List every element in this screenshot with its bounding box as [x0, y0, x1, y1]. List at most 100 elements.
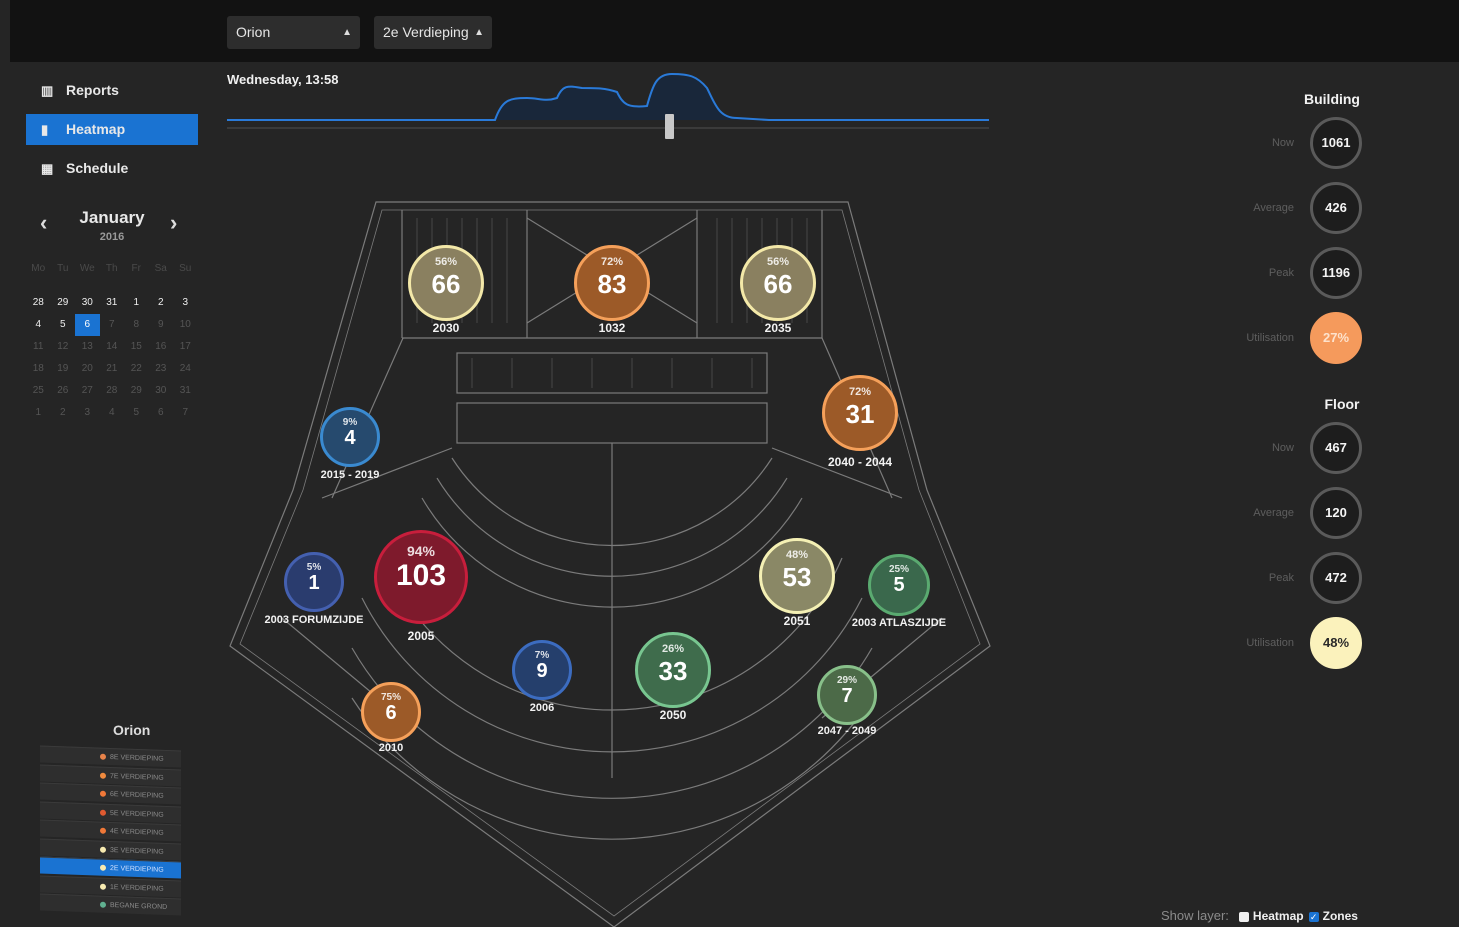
- zones-layer-checkbox[interactable]: ✓: [1308, 911, 1319, 922]
- zone-marker[interactable]: 72% 31: [822, 375, 898, 451]
- timeline-slider-handle: [665, 114, 674, 139]
- zone-marker[interactable]: 75% 6: [361, 682, 421, 742]
- stat-value: 120: [1310, 487, 1362, 539]
- calendar-day[interactable]: 18: [26, 358, 51, 380]
- zone-marker[interactable]: 29% 7: [817, 665, 877, 725]
- calendar-day[interactable]: 2: [149, 292, 174, 314]
- calendar-day[interactable]: 26: [51, 380, 76, 402]
- calendar-day[interactable]: 15: [124, 336, 149, 358]
- calendar-day[interactable]: 3: [173, 292, 198, 314]
- calendar-day[interactable]: 5: [51, 314, 76, 336]
- zone-marker[interactable]: 48% 53: [759, 538, 835, 614]
- calendar-day[interactable]: 12: [51, 336, 76, 358]
- floor-select[interactable]: 2e Verdieping ▲: [374, 16, 492, 49]
- calendar-day[interactable]: 7: [100, 314, 125, 336]
- calendar-day[interactable]: 31: [173, 380, 198, 402]
- calendar-day[interactable]: 6: [149, 402, 174, 424]
- stat-value: 48%: [1310, 617, 1362, 669]
- calendar-day[interactable]: 28: [26, 292, 51, 314]
- calendar-day[interactable]: 6: [75, 314, 100, 336]
- next-month-button[interactable]: ›: [170, 210, 177, 236]
- zone-marker[interactable]: 56% 66: [408, 245, 484, 321]
- calendar-day[interactable]: 5: [124, 402, 149, 424]
- calendar-day[interactable]: 25: [26, 380, 51, 402]
- zone-name: 2050: [659, 708, 687, 722]
- stat-label: Now: [1271, 442, 1294, 454]
- zones-layer-label: Zones: [1322, 909, 1358, 923]
- calendar-day[interactable]: 11: [26, 336, 51, 358]
- calendar-day[interactable]: 30: [149, 380, 174, 402]
- building-select[interactable]: Orion ▲: [227, 16, 360, 49]
- zone-count: 1: [308, 572, 320, 594]
- calendar-day[interactable]: 16: [149, 336, 174, 358]
- calendar-day[interactable]: 14: [100, 336, 125, 358]
- calendar-day[interactable]: 31: [100, 292, 125, 314]
- calendar-day[interactable]: 27: [75, 380, 100, 402]
- calendar-day[interactable]: 9: [149, 314, 174, 336]
- zone-marker[interactable]: 56% 66: [740, 245, 816, 321]
- floor-level-item[interactable]: 8E VERDIEPING: [40, 745, 181, 768]
- select-arrows-icon: ▲: [474, 27, 484, 38]
- occupancy-curve: [227, 72, 989, 121]
- calendar-day[interactable]: 8: [124, 314, 149, 336]
- calendar-week-row: 11 12 13 14 15 16 17: [26, 336, 198, 358]
- sidebar-item-heatmap[interactable]: ▮ Heatmap: [26, 114, 198, 145]
- calendar-day[interactable]: 1: [124, 292, 149, 314]
- floor-level-label: 5E VERDIEPING: [110, 809, 164, 819]
- calendar-day[interactable]: 3: [75, 402, 100, 424]
- calendar-week-row: 18 19 20 21 22 23 24: [26, 358, 198, 380]
- calendar-day[interactable]: 4: [26, 314, 51, 336]
- floor-status-dot: [100, 827, 106, 834]
- calendar-grid: Mo Tu We Th Fr Sa Su 28 29 30 31 1 2 3 4 5 6 7 8 9 10 11 12 13 1…: [26, 258, 198, 424]
- zone-marker[interactable]: 5% 1: [284, 552, 344, 612]
- calendar-day[interactable]: 13: [75, 336, 100, 358]
- building-stats-title: Building: [1304, 91, 1360, 107]
- calendar-day[interactable]: 29: [51, 292, 76, 314]
- zone-utilisation: 72%: [600, 256, 624, 268]
- sidebar-item-reports[interactable]: ▥ Reports: [26, 75, 198, 106]
- floor-level-item[interactable]: 2E VERDIEPING: [40, 856, 181, 879]
- calendar-day[interactable]: 1: [26, 402, 51, 424]
- occupancy-timeline[interactable]: [227, 70, 992, 142]
- heatmap-layer-checkbox[interactable]: [1238, 911, 1249, 922]
- calendar-day[interactable]: 30: [75, 292, 100, 314]
- calendar-weekday: Tu: [57, 263, 69, 274]
- calendar-weekday: We: [79, 263, 95, 274]
- floor-level-label: 7E VERDIEPING: [110, 772, 164, 782]
- calendar-day[interactable]: 22: [124, 358, 149, 380]
- zone-count: 66: [763, 269, 793, 299]
- prev-month-button[interactable]: ‹: [40, 210, 47, 236]
- calendar-day[interactable]: 4: [100, 402, 125, 424]
- floor-level-item[interactable]: 4E VERDIEPING: [40, 819, 181, 842]
- zone-marker[interactable]: 9% 4: [320, 407, 380, 467]
- zone-count: 83: [597, 269, 627, 299]
- stat-label: Peak: [1268, 572, 1294, 584]
- floor-status-dot: [100, 883, 106, 890]
- zone-count: 5: [893, 574, 905, 596]
- calendar-day[interactable]: 29: [124, 380, 149, 402]
- zone-marker[interactable]: 7% 9: [512, 640, 572, 700]
- zone-name: 2015 - 2019: [320, 469, 380, 481]
- calendar-weekday-row: Mo Tu We Th Fr Sa Su: [26, 258, 198, 280]
- zone-marker[interactable]: 72% 83: [574, 245, 650, 321]
- calendar-day[interactable]: 19: [51, 358, 76, 380]
- zone-count: 9: [536, 660, 548, 682]
- zone-count: 7: [841, 685, 853, 707]
- calendar-day[interactable]: 10: [173, 314, 198, 336]
- sidebar-item-schedule[interactable]: ▦ Schedule: [26, 153, 198, 184]
- calendar-day[interactable]: 2: [51, 402, 76, 424]
- zone-marker[interactable]: 94% 103: [374, 530, 468, 624]
- floor-level-item[interactable]: BEGANE GROND: [40, 893, 181, 916]
- calendar-day[interactable]: 21: [100, 358, 125, 380]
- calendar-day[interactable]: 23: [149, 358, 174, 380]
- calendar-week-row: 25 26 27 28 29 30 31: [26, 380, 198, 402]
- calendar-day[interactable]: 24: [173, 358, 198, 380]
- floor-level-item[interactable]: 6E VERDIEPING: [40, 782, 181, 805]
- calendar-day[interactable]: 20: [75, 358, 100, 380]
- zone-marker[interactable]: 25% 5: [868, 554, 930, 616]
- zone-marker[interactable]: 26% 33: [635, 632, 711, 708]
- calendar-day[interactable]: 7: [173, 402, 198, 424]
- show-layer-controls: Show layer: Heatmap ✓ Zones: [1161, 908, 1358, 923]
- calendar-day[interactable]: 28: [100, 380, 125, 402]
- calendar-day[interactable]: 17: [173, 336, 198, 358]
